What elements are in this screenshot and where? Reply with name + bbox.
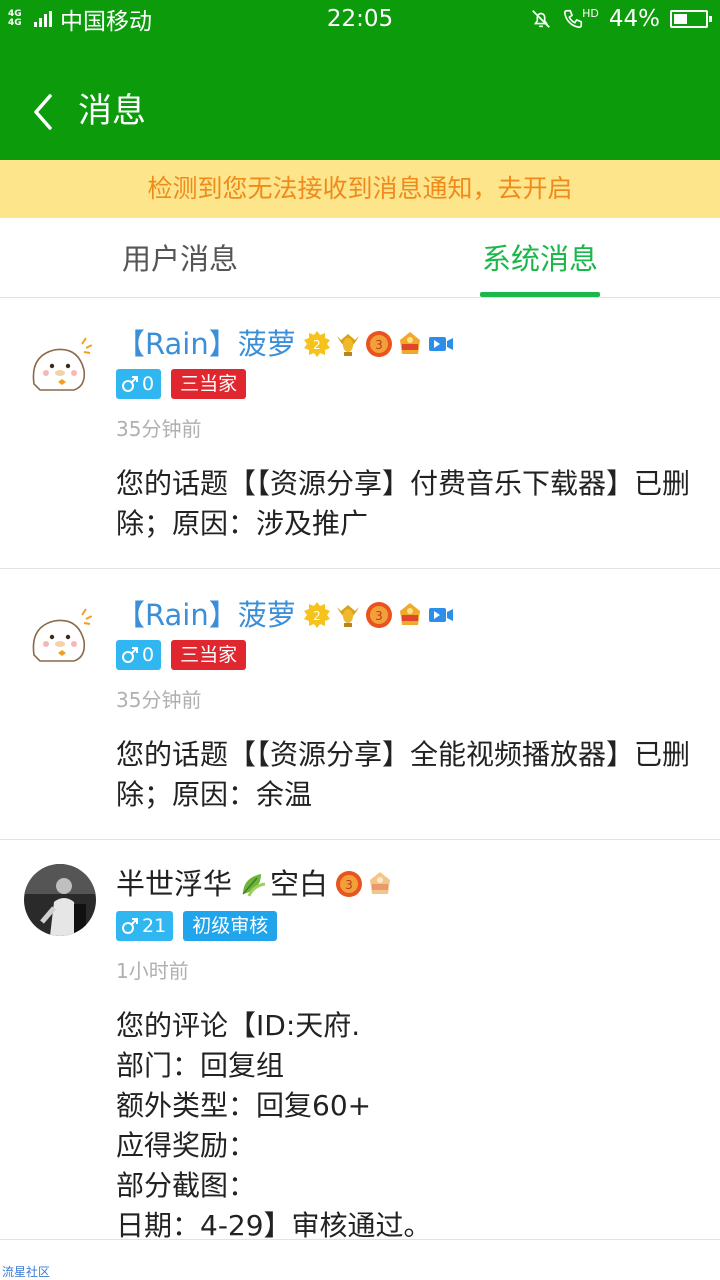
gender-badge: 0 (116, 640, 162, 670)
app-header: 消息 (0, 38, 720, 160)
hd-call-label: HD (582, 7, 599, 20)
mute-bell-icon (532, 10, 550, 28)
battery-percent: 44% (608, 6, 660, 32)
avatar[interactable] (24, 864, 96, 936)
leaf-icon (242, 874, 266, 897)
video-icon (428, 337, 453, 351)
message-tabs: 用户消息 系统消息 (0, 218, 720, 298)
gender-badge: 21 (116, 911, 174, 941)
active-tab-indicator (480, 292, 600, 297)
title-badge: 三当家 (171, 640, 247, 670)
user-badges: 0 三当家 (116, 369, 247, 399)
message-body: 您的评论【ID:天府. 部门：回复组 额外类型：回复60+ 应得奖励： 部分截图… (116, 1009, 432, 1242)
gender-count: 0 (142, 373, 155, 395)
seal-avatar-image (24, 326, 96, 398)
level-2-icon: 2 (303, 331, 330, 357)
svg-text:2: 2 (313, 609, 321, 623)
user-badges: 0 三当家 (116, 640, 247, 670)
status-bar: 4G 4G 中国移动 22:05 HD 44% (0, 0, 720, 38)
user-name[interactable]: 【Rain】菠萝 (116, 595, 296, 635)
battery-level (674, 14, 687, 24)
seal-avatar-image (24, 597, 96, 669)
level-2-icon: 2 (303, 602, 330, 628)
medal-3-icon: 3 (365, 602, 392, 628)
message-body: 您的话题【【资源分享】全能视频播放器】已删除；原因：余温 (116, 738, 691, 811)
svg-text:3: 3 (345, 878, 353, 892)
notification-notice[interactable]: 检测到您无法接收到消息通知，去开启 (0, 160, 720, 218)
male-icon (122, 376, 138, 392)
message-time: 35分钟前 (116, 688, 202, 712)
user-name-row: 【Rain】菠萝 2 3 (116, 595, 455, 635)
message-time: 35分钟前 (116, 417, 202, 441)
message-item[interactable]: 半世浮华 空白 3 21 初级审核 1小时前 您的评论【ID:天府. 部门：回复… (0, 840, 720, 1242)
title-badge: 初级审核 (183, 911, 278, 941)
back-arrow-icon[interactable] (28, 92, 60, 132)
trophy-icon (336, 334, 359, 356)
medal-3-icon: 3 (336, 871, 363, 897)
status-right: HD 44% (530, 4, 712, 34)
avatar[interactable] (24, 597, 96, 669)
male-icon (122, 647, 138, 663)
user-name-row: 半世浮华 空白 3 (116, 864, 394, 904)
tab-system-messages[interactable]: 系统消息 (420, 218, 660, 298)
gender-count: 0 (142, 644, 155, 666)
title-badge: 三当家 (171, 369, 247, 399)
photo-avatar-image (24, 864, 96, 936)
honor-badge-icon (399, 332, 420, 354)
user-name-row: 【Rain】菠萝 2 3 (116, 324, 455, 364)
user-name-suffix[interactable]: 空白 (270, 864, 328, 904)
message-body: 您的话题【【资源分享】付费音乐下载器】已删除；原因：涉及推广 (116, 467, 691, 540)
svg-text:2: 2 (313, 338, 321, 352)
user-name[interactable]: 【Rain】菠萝 (116, 324, 296, 364)
message-time: 1小时前 (116, 959, 189, 983)
watermark: 流星社区 (2, 1265, 51, 1279)
svg-text:3: 3 (375, 609, 383, 623)
user-badges: 21 初级审核 (116, 911, 278, 941)
avatar[interactable] (24, 326, 96, 398)
gender-badge: 0 (116, 369, 162, 399)
svg-text:3: 3 (375, 338, 383, 352)
message-item[interactable]: 【Rain】菠萝 2 3 0 (0, 298, 720, 569)
user-name[interactable]: 半世浮华 (116, 864, 232, 904)
message-item[interactable]: 【Rain】菠萝 2 3 0 (0, 569, 720, 840)
gender-count: 21 (142, 915, 167, 937)
tab-user-messages[interactable]: 用户消息 (60, 218, 300, 298)
medal-3-icon: 3 (365, 331, 392, 357)
male-icon (122, 918, 138, 934)
video-icon (428, 608, 453, 622)
trophy-icon (336, 605, 359, 627)
phone-icon (564, 9, 583, 29)
honor-badge-icon (399, 603, 420, 625)
honor-badge-icon (370, 872, 391, 894)
page-title: 消息 (78, 91, 146, 131)
battery-icon (670, 10, 712, 28)
